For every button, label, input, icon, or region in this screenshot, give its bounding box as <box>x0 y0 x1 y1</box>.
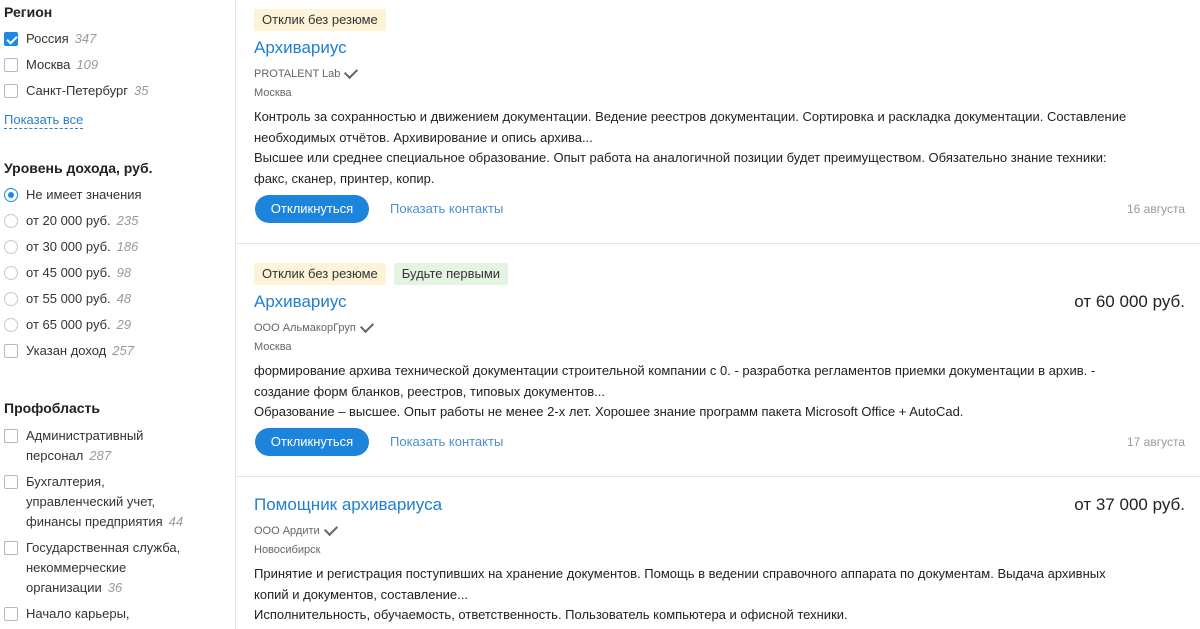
company-name[interactable]: ООО АльмакорГруп <box>254 318 374 334</box>
option-label: Бухгалтерия, управленческий учет, финанс… <box>26 474 184 529</box>
vacancy-date: 16 августа <box>1126 202 1185 216</box>
apply-button[interactable]: Откликнуться <box>255 195 369 223</box>
option-count: 44 <box>168 514 184 529</box>
vacancy-description: формирование архива технической документ… <box>254 363 1096 419</box>
income-option-any[interactable]: Не имеет значения <box>4 185 230 205</box>
vacancy-card: Отклик без резюме Будьте первыми Архивар… <box>236 244 1200 477</box>
option-count: 186 <box>116 239 139 254</box>
option-count: 98 <box>116 265 132 280</box>
option-count: 287 <box>89 448 112 463</box>
no-resume-tag: Отклик без резюме <box>254 9 386 31</box>
prof-option-accounting[interactable]: Бухгалтерия, управленческий учет, финанс… <box>4 472 230 532</box>
option-count: 48 <box>116 291 132 306</box>
prof-filter: Профобласть <box>4 398 230 418</box>
vacancy-card: Отклик без резюме Архивариус PROTALENT L… <box>236 0 1200 244</box>
option-label: Москва <box>26 57 71 72</box>
option-count: 29 <box>116 317 132 332</box>
option-label: Не имеет значения <box>26 187 142 202</box>
region-option-russia[interactable]: Россия 347 <box>4 29 230 49</box>
checkbox-icon[interactable] <box>4 475 18 489</box>
vacancy-description: Принятие и регистрация поступивших на хр… <box>254 566 1106 622</box>
option-label: от 55 000 руб. <box>26 291 111 306</box>
option-label: от 30 000 руб. <box>26 239 111 254</box>
income-filter: Уровень дохода, руб. <box>4 158 230 178</box>
prof-option-admin[interactable]: Административный персонал 287 <box>4 426 230 466</box>
option-count: 235 <box>116 213 139 228</box>
income-option-55000[interactable]: от 55 000 руб. 48 <box>4 289 230 309</box>
income-specified-option[interactable]: Указан доход 257 <box>4 341 230 361</box>
option-count: 257 <box>112 343 134 358</box>
checkbox-checked-icon[interactable] <box>4 32 18 46</box>
no-resume-tag: Отклик без резюме <box>254 263 386 285</box>
vacancy-city: Москва <box>254 341 292 353</box>
checkbox-icon[interactable] <box>4 541 18 555</box>
region-filter-title: Регион <box>4 4 53 20</box>
income-option-65000[interactable]: от 65 000 руб. 29 <box>4 315 230 335</box>
company-name[interactable]: PROTALENT Lab <box>254 64 359 80</box>
option-count: 347 <box>74 31 97 46</box>
vacancy-salary: от 60 000 руб. <box>1074 292 1185 311</box>
option-label: Государственная служба, некоммерческие о… <box>26 540 181 595</box>
option-label: от 20 000 руб. <box>26 213 111 228</box>
radio-icon[interactable] <box>4 318 18 332</box>
income-option-45000[interactable]: от 45 000 руб. 98 <box>4 263 230 283</box>
show-all-regions-link[interactable]: Показать все <box>4 112 84 129</box>
option-label: от 45 000 руб. <box>26 265 111 280</box>
option-count: 109 <box>76 57 99 72</box>
radio-icon[interactable] <box>4 240 18 254</box>
option-count: 36 <box>107 580 123 595</box>
checkbox-icon[interactable] <box>4 607 18 621</box>
vacancy-tags: Отклик без резюме Будьте первыми <box>254 263 509 285</box>
vacancy-tags: Отклик без резюме <box>254 9 386 31</box>
prof-filter-title: Профобласть <box>4 400 101 416</box>
income-option-30000[interactable]: от 30 000 руб. 186 <box>4 237 230 257</box>
verified-check-icon <box>359 318 374 333</box>
company-name[interactable]: ООО Ардити <box>254 521 338 537</box>
region-filter: Регион <box>4 2 230 22</box>
income-filter-title: Уровень дохода, руб. <box>4 160 153 176</box>
show-contacts-link[interactable]: Показать контакты <box>390 434 503 449</box>
vacancy-city: Москва <box>254 87 292 99</box>
apply-button[interactable]: Откликнуться <box>255 428 369 456</box>
verified-check-icon <box>323 521 338 536</box>
vacancy-card: Помощник архивариуса от 37 000 руб. ООО … <box>236 477 1200 629</box>
show-contacts-link[interactable]: Показать контакты <box>390 201 503 216</box>
vacancy-list: Отклик без резюме Архивариус PROTALENT L… <box>236 0 1200 629</box>
radio-icon[interactable] <box>4 214 18 228</box>
filters-sidebar: Регион Россия 347 Москва 109 Санкт-Петербу… <box>0 0 236 629</box>
option-label: Санкт-Петербург <box>26 83 128 98</box>
option-label: Указан доход <box>26 343 107 358</box>
vacancy-title-link[interactable]: Архивариус <box>254 38 347 58</box>
vacancy-description: Контроль за сохранностью и движением док… <box>254 109 1127 186</box>
option-label: Россия <box>26 31 69 46</box>
vacancy-title-link[interactable]: Помощник архивариуса <box>254 495 442 515</box>
checkbox-icon[interactable] <box>4 344 18 358</box>
radio-icon[interactable] <box>4 292 18 306</box>
income-option-20000[interactable]: от 20 000 руб. 235 <box>4 211 230 231</box>
checkbox-icon[interactable] <box>4 429 18 443</box>
vacancy-date: 17 августа <box>1126 435 1185 449</box>
radio-icon[interactable] <box>4 266 18 280</box>
region-option-moscow[interactable]: Москва 109 <box>4 55 230 75</box>
option-label: Административный персонал 287 <box>26 428 144 463</box>
checkbox-icon[interactable] <box>4 58 18 72</box>
option-count: 35 <box>133 83 149 98</box>
vacancy-city: Новосибирск <box>254 544 321 556</box>
option-label: Начало карьеры, <box>26 606 130 621</box>
prof-option-career-start[interactable]: Начало карьеры, <box>4 604 230 624</box>
be-first-tag: Будьте первыми <box>393 263 509 285</box>
vacancy-salary: от 37 000 руб. <box>1074 495 1185 514</box>
prof-option-government[interactable]: Государственная служба, некоммерческие о… <box>4 538 230 598</box>
radio-selected-icon[interactable] <box>4 188 18 202</box>
checkbox-icon[interactable] <box>4 84 18 98</box>
option-label: от 65 000 руб. <box>26 317 111 332</box>
vacancy-title-link[interactable]: Архивариус <box>254 292 347 312</box>
verified-check-icon <box>344 64 359 79</box>
region-option-spb[interactable]: Санкт-Петербург 35 <box>4 81 230 101</box>
